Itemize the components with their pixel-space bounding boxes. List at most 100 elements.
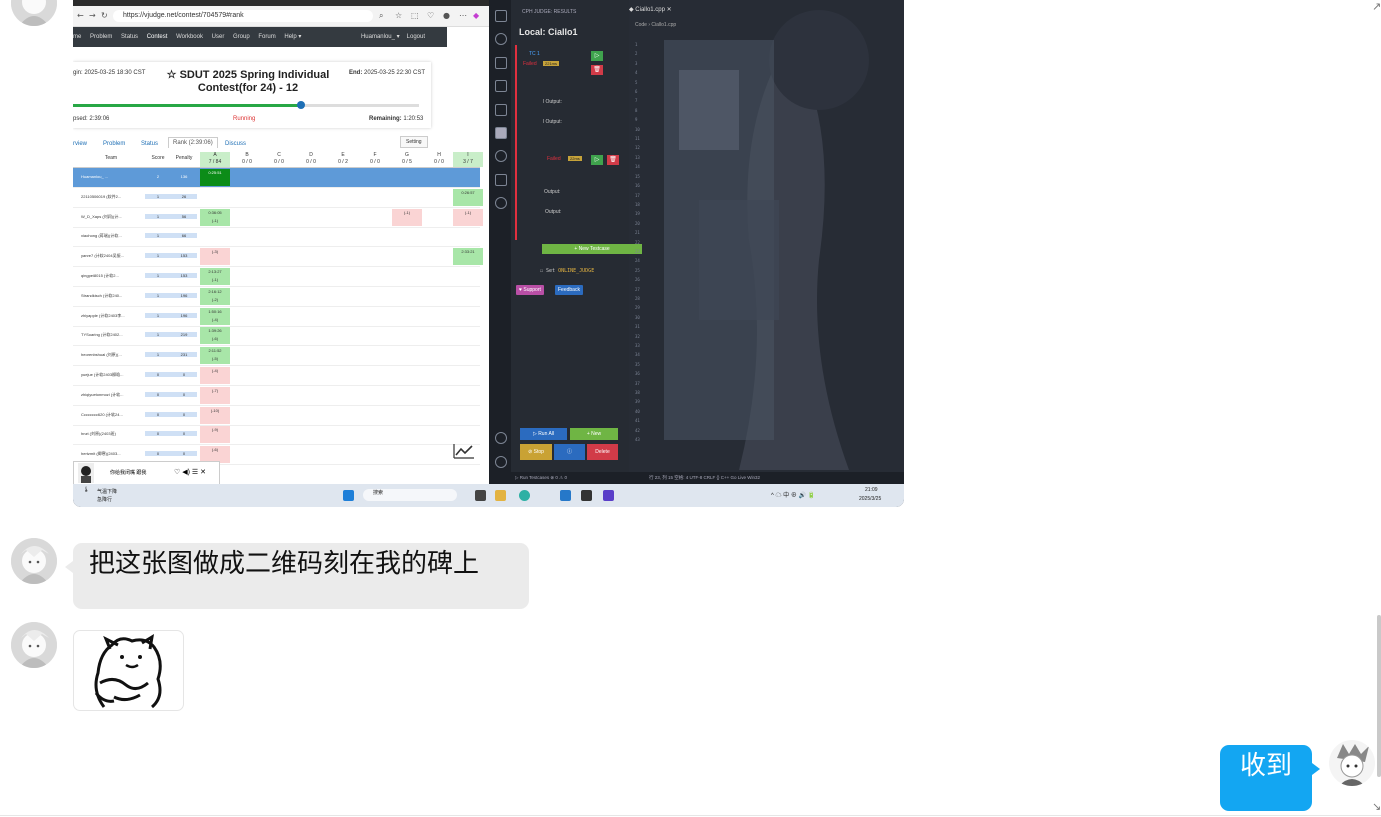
search-icon [495,33,507,45]
nav-item: Status [121,34,139,40]
edge-icon [519,490,530,501]
bubble-tail [65,561,73,573]
table-row: qingpei8015 (计软2... 1 153 2:13:27 (-1) [73,267,480,287]
progress-fill [73,104,302,107]
taskbar-search: 搜索 [363,489,457,501]
trend-chart-icon [453,444,474,459]
nav-item: Help ▾ [284,34,302,40]
team-score: 1 [145,253,171,259]
team-penalty: 66 [171,233,197,239]
team-penalty: 56 [171,213,197,219]
clock-date: 2025/3/25 [859,496,882,502]
chat-scrollbar[interactable] [1377,615,1381,777]
table-row: Strandkisch (计软240... 1 196 2:16:12 (-2) [73,287,480,307]
explorer-icon [495,10,507,22]
cell-problem-a: (-10) [200,406,230,424]
table-row: yuejue (计软2403柳晗... 0 0 (-4) [73,366,480,386]
cell-problem-a: 1:39:26 (-6) [200,327,230,345]
cell-problem-a: 1:50:16 (-4) [200,307,230,325]
testcase-failed-marker [515,45,517,240]
testcase2-time: 22ms [568,156,582,161]
table-row: zhiyapple (计软2403李... 1 196 1:50:16 (-4) [73,307,480,327]
output-label: Output: [544,189,561,195]
team-score: 0 [145,431,171,437]
team-penalty: 219 [171,332,197,338]
pixelated-code-block [679,70,739,150]
menu-icon: ⋯ [459,11,467,20]
weather-text: 气温下降 [97,489,118,495]
copilot-icon: ◆ [473,11,480,20]
cell-problem-i: 0:26:57 [453,188,483,206]
tab-discuss: Discuss [225,141,247,147]
contest-title: ☆ SDUT 2025 Spring Individual Contest(fo… [166,69,330,94]
team-penalty: 136 [180,174,188,179]
vscode-window: CPH JUDGE: RESULTS Local: Ciallo1 TC 1 F… [489,0,904,484]
pixelated-code-block [699,200,779,320]
run-testcase2-icon: ▷ [591,155,603,165]
site-navbar: me Problem Status Contest Workbook User … [73,27,447,47]
sender-avatar[interactable] [11,622,57,668]
team-penalty: 26 [171,193,197,199]
taskview-icon [475,490,486,501]
status-left: ▷ Run Testcases ⊗ 0 ⚠ 0 [515,475,567,480]
nav-logout: Logout [406,34,425,40]
cell-problem-a: (-3) [200,248,230,266]
extensions-icon: ⬚ [411,11,419,20]
account-icon [495,432,507,444]
my-avatar[interactable] [1329,740,1375,786]
team-name: 22110506019 (软件2... [81,193,122,199]
nav-item: Group [233,34,250,40]
team-name: hertzmit (卿寒)(2403... [81,451,121,457]
col-problem-b: B 0 / 0 [242,152,252,165]
cph-judge-icon [495,127,507,139]
url-field: https://vjudge.net/contest/704579#rank [113,10,373,22]
team-penalty: 0 [171,431,197,437]
resize-corner-icon: ↘ [1372,800,1381,813]
team-name: Cccccccc620 (计软24... [81,411,123,417]
sender-avatar[interactable] [11,538,57,584]
table-row: 22110506019 (软件2... 1 26 0:26:57 [73,188,483,208]
team-score: 1 [145,233,171,239]
text-message-bubble[interactable]: 把这张图做成二维码刻在我的碑上 [65,543,529,609]
profile-icon: ● [443,11,450,20]
team-name: qingpei8015 (计软2... [81,273,119,278]
sticker-message[interactable] [73,630,184,711]
team-score: 2 [156,174,160,179]
tab-rank: Rank (2:39:06) [168,137,218,148]
nav-item: User [211,34,225,40]
settings-gear-icon [495,456,507,468]
testcase-time: 221ms [543,61,560,66]
screenshot-image-message[interactable]: ← → ↻ https://vjudge.net/contest/704579#… [73,0,904,507]
back-icon: ← [77,11,84,20]
output-label-2: Output: [545,209,562,215]
cat-sticker-icon [94,634,162,709]
team-penalty: 153 [171,273,197,278]
resize-corner-icon: ↗ [1372,0,1381,13]
col-problem-g: G 0 / 5 [402,152,412,165]
contest-end: End: 2025-03-25 22:30 CST [349,70,426,76]
activity-bar [489,0,511,484]
browser-window: ← → ↻ https://vjudge.net/contest/704579#… [73,0,489,485]
line-numbers: 1 2 3 4 5 6 7 8 9 10 11 12 13 14 15 16 1… [635,42,640,443]
team-name: TYSoaring (计软2402... [81,332,123,338]
run-all-button: ▷ Run All [520,428,567,440]
contest-tabs: rview Problem Status Rank (2:39:06) Disc… [73,137,431,152]
popup-controls-icon: ♡ ◀) ☰ ✕ [174,469,206,476]
nav-item: Problem [90,34,113,40]
new-button: + New [570,428,618,440]
my-message-bubble[interactable]: 收到 [1220,745,1320,811]
bubble-tail [1312,763,1320,775]
tab-overview: rview [73,141,88,147]
sender-avatar[interactable] [11,0,57,26]
stop-button: ⊘ Stop [520,444,552,460]
received-output-label: l Output: [543,119,562,125]
team-score: 1 [145,193,171,199]
status-bar: ▷ Run Testcases ⊗ 0 ⚠ 0 行 23, 列 15 空格: 4… [489,472,904,484]
explorer-icon [495,490,506,501]
cell-problem-a: 2:13:27 (-1) [200,268,230,285]
testing-icon [495,174,507,186]
cph-local-name: Local: Ciallo1 [519,27,578,37]
table-row: yanre7 (计软2404吴振... 1 153 (-3) 2:33:21 [73,247,483,268]
team-name: heorenbshuai (刘原)(... [81,352,122,358]
team-score: 1 [145,273,171,278]
